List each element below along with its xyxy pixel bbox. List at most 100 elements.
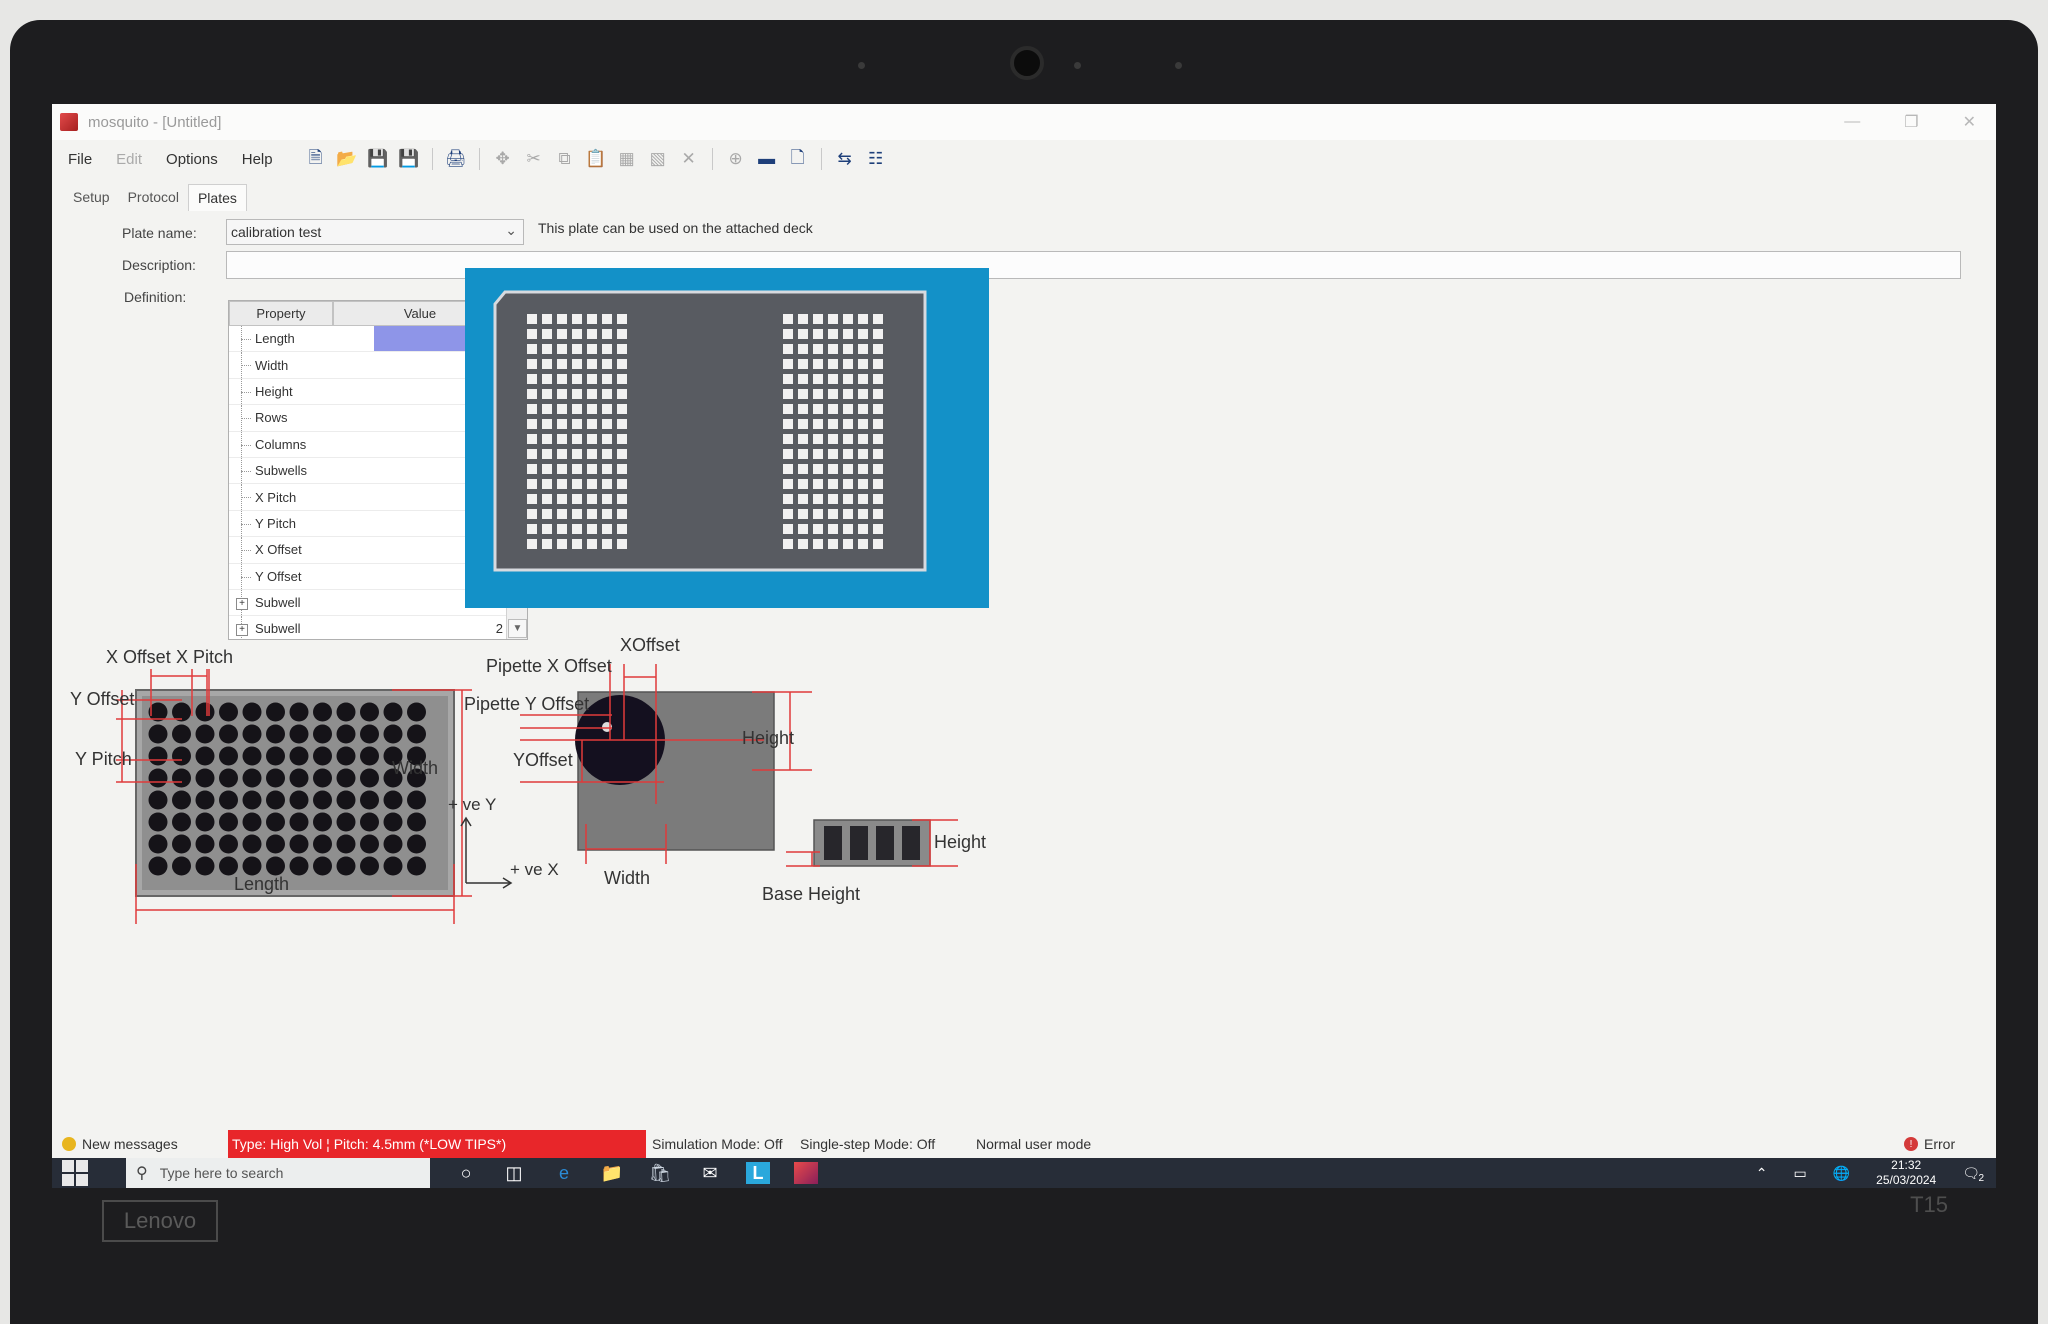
well-width-label: Width [604,868,650,888]
plate-well [148,812,168,832]
launcher-icon[interactable]: L [746,1162,770,1184]
notification-icon[interactable]: 🗨 2 [1962,1165,1984,1184]
plate-well [266,746,285,766]
plate-well [148,834,168,854]
new-messages-link[interactable]: New messages [82,1130,178,1158]
plate-well [195,790,215,810]
plate-well [195,834,215,854]
plate-well [289,812,309,832]
plate-well [219,702,238,722]
plate-well [289,702,309,722]
plate-well [407,702,426,722]
plate-well [266,790,285,810]
plate-well [219,746,238,766]
base-height-label: Base Height [762,884,860,904]
notification-count: 2 [1978,1172,1984,1184]
plate-well [336,856,356,876]
plate-well [407,834,426,854]
plate-well [242,746,262,766]
laptop-screen: mosquito - [Untitled] — ❐ ✕ File Edit Op… [52,104,1996,1188]
globe-icon[interactable]: 🌐 [1833,1165,1850,1182]
plate-well [242,856,262,876]
search-icon: ⚲ [136,1165,148,1182]
plate-well [266,834,285,854]
plate-well [172,768,191,788]
start-button[interactable] [62,1160,88,1186]
plate-well [148,790,168,810]
plate-well [336,790,356,810]
user-mode-status: Normal user mode [976,1136,1092,1152]
chevron-up-icon[interactable]: ⌃ [1756,1165,1768,1182]
clock-time: 21:32 [1891,1158,1922,1172]
plate-well [172,834,191,854]
plate-well [360,768,379,788]
plate-well [195,746,215,766]
plate-well [289,724,309,744]
xoffset-label: XOffset [620,635,680,655]
plate-well [172,790,191,810]
single-step-mode-status: Single-step Mode: Off [800,1136,936,1152]
plate-well [266,768,285,788]
system-tray: ⌃ ▭ 🌐 21:32 25/03/2024 🗨 2 [1756,1158,1984,1188]
plate-well [219,768,238,788]
simulation-mode-status: Simulation Mode: Off [652,1136,783,1152]
plate-well [289,834,309,854]
side-view-well [824,826,842,860]
pipette-x-offset-label: Pipette X Offset [486,656,612,676]
search-placeholder: Type here to search [159,1165,284,1181]
plate-well [172,856,191,876]
plate-well [289,768,309,788]
taskbar-search[interactable]: ⚲ Type here to search [126,1158,430,1188]
height-label: Height [742,728,794,748]
plate-well [383,834,403,854]
edge-icon[interactable]: e [552,1162,576,1184]
plate-well [336,812,356,832]
plate-well [360,834,379,854]
side-view-well [902,826,920,860]
windows-logo-tile [76,1160,88,1172]
plate-well [195,812,215,832]
model-badge: T15 [1910,1192,1948,1217]
plate-well [219,856,238,876]
side-view-diagram [813,819,931,867]
plate-well [407,724,426,744]
windows-logo-tile [62,1160,74,1172]
sensor-dot [1074,62,1081,69]
y-offset-label: Y Offset [70,689,134,709]
x-offset-label: X Offset [106,647,171,667]
plate-well [313,812,332,832]
plate-well [360,746,379,766]
length-label: Length [234,874,289,894]
plate-well [336,746,356,766]
task-view-icon[interactable]: ◫ [502,1162,526,1184]
plate-well [266,812,285,832]
plate-well [266,856,285,876]
plate-well [219,724,238,744]
plate-well [313,724,332,744]
battery-icon[interactable]: ▭ [1793,1165,1806,1182]
windows-logo-tile [76,1174,88,1186]
warning-icon [62,1137,76,1151]
plate-well [148,856,168,876]
file-explorer-icon[interactable]: 📁 [600,1162,624,1184]
plate-well [289,746,309,766]
clock[interactable]: 21:32 25/03/2024 [1876,1158,1936,1188]
error-status[interactable]: Error [1924,1130,1955,1158]
mosquito-app-icon[interactable] [794,1162,818,1184]
plate-well [242,834,262,854]
plate-well [195,768,215,788]
status-bar: New messages Type: High Vol ¦ Pitch: 4.5… [52,1130,1996,1158]
plate-well [266,702,285,722]
plate-well [219,790,238,810]
plate-well [195,856,215,876]
cortana-icon[interactable]: ○ [454,1162,478,1184]
plate-well [407,812,426,832]
side-view-well [876,826,894,860]
mail-icon[interactable]: ✉ [698,1162,722,1184]
plate-well [336,834,356,854]
store-icon[interactable]: 🛍 [648,1162,672,1184]
plate-well [148,724,168,744]
plate-well [313,768,332,788]
plate-well [360,790,379,810]
axis-y-label: + ve Y [448,795,496,814]
